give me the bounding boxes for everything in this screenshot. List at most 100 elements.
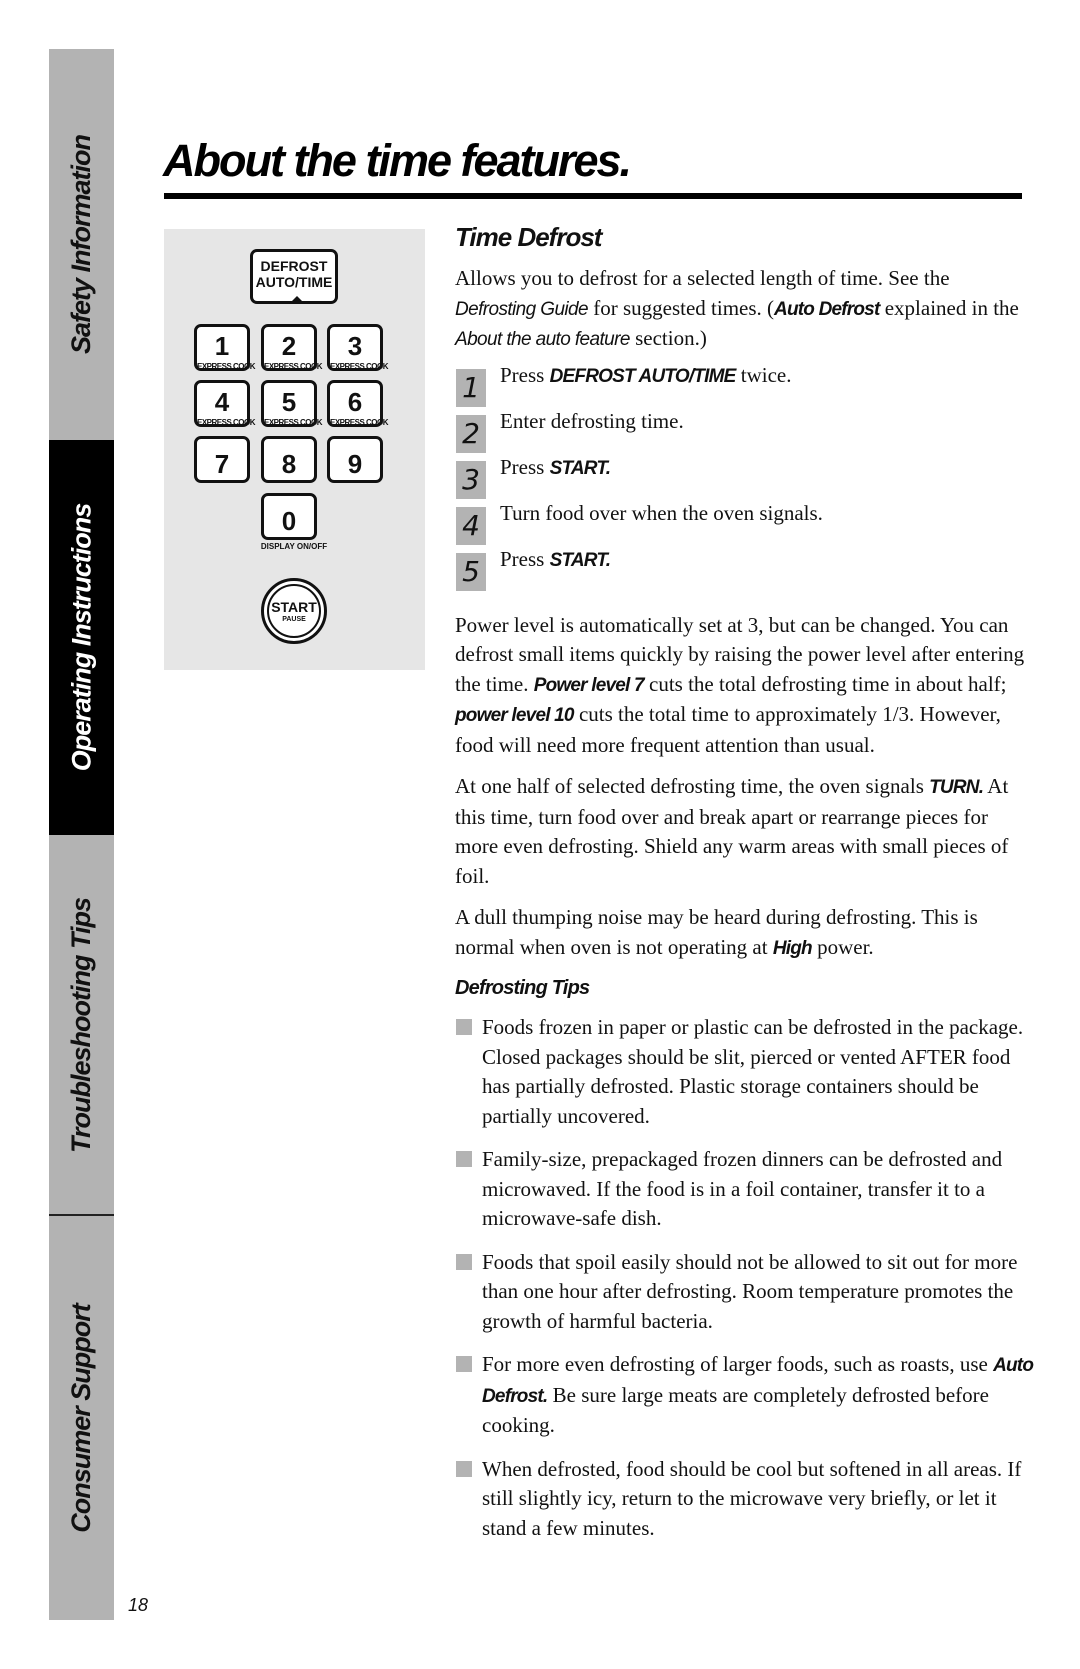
steps-list: 1 Press DEFROST AUTO/TIME twice. 2 Enter…	[455, 363, 1035, 597]
noise-paragraph: A dull thumping noise may be heard durin…	[455, 903, 1035, 963]
sidebar-tab-consumer-support[interactable]: Consumer Support	[49, 1216, 114, 1620]
key-sublabel: EXPRESS COOK	[264, 418, 323, 427]
square-bullet-icon	[456, 1253, 472, 1270]
number-key-8: 8	[261, 436, 317, 483]
power-level-paragraph: Power level is automatically set at 3, b…	[455, 611, 1035, 761]
start-label: START	[271, 598, 317, 615]
step-text: Enter defrosting time.	[500, 407, 684, 437]
tip-text: Be sure large meats are completely defro…	[482, 1382, 989, 1438]
triangle-indicator-icon	[289, 296, 305, 304]
step-text: Turn food over when the oven signals.	[500, 499, 823, 529]
tip-text: When defrosted, food should be cool but …	[482, 1456, 1022, 1540]
defrost-auto-time-key: DEFROST AUTO/TIME	[250, 249, 338, 304]
defrost-key-line2: AUTO/TIME	[255, 274, 333, 290]
key-name: START.	[549, 457, 611, 479]
high-term: High	[772, 937, 813, 959]
number-key-3: 3 EXPRESS COOK	[327, 324, 389, 371]
start-pause-key: START PAUSE	[261, 578, 327, 644]
text: section.)	[629, 326, 707, 350]
auto-feature-reference: About the auto feature	[455, 329, 630, 350]
text: power.	[811, 934, 874, 959]
text: Press	[500, 454, 550, 479]
step-number: 4	[456, 506, 486, 545]
pause-label: PAUSE	[282, 615, 306, 623]
keypad-illustration: DEFROST AUTO/TIME 1 EXPRESS COOK 2 EXPRE…	[164, 229, 425, 670]
defrosting-guide-reference: Defrosting Guide	[455, 298, 589, 320]
text: Press	[500, 362, 550, 387]
key-number: 6	[347, 387, 363, 417]
number-key-6: 6 EXPRESS COOK	[327, 380, 389, 427]
section-heading: Time Defrost	[455, 222, 602, 252]
tip-item: Family-size, prepackaged frozen dinners …	[455, 1145, 1035, 1234]
text: Press	[500, 546, 550, 571]
number-key-1: 1 EXPRESS COOK	[194, 324, 256, 371]
text: Turn food over when the oven signals.	[500, 500, 823, 525]
power-level-10-term: power level 10	[455, 705, 575, 726]
step-text: Press START.	[500, 453, 611, 484]
sidebar-tab-label: Consumer Support	[66, 1303, 97, 1533]
step-item: 5 Press START.	[455, 547, 1035, 597]
turn-term: TURN.	[929, 777, 984, 798]
number-key-5: 5 EXPRESS COOK	[261, 380, 323, 427]
section-sidebar: Safety Information Operating Instruction…	[49, 49, 114, 1620]
defrost-key-line1: DEFROST	[260, 258, 328, 274]
number-key-0: 0	[261, 493, 317, 540]
power-level-7-term: Power level 7	[533, 674, 645, 696]
key-number: 2	[281, 331, 297, 361]
key-number: 3	[347, 331, 363, 361]
square-bullet-icon	[456, 1356, 472, 1372]
tip-text: Foods frozen in paper or plastic can be …	[482, 1015, 1024, 1128]
square-bullet-icon	[456, 1460, 472, 1477]
tip-item: For more even defrosting of larger foods…	[455, 1350, 1035, 1441]
auto-defrost-term: Auto Defrost	[774, 298, 880, 320]
sidebar-tab-label: Operating Instructions	[66, 503, 96, 772]
text: At one half of selected defrosting time,…	[455, 774, 930, 798]
key-number: 7	[214, 449, 230, 479]
square-bullet-icon	[456, 1151, 472, 1167]
text: Allows you to defrost for a selected len…	[455, 266, 950, 290]
tip-item: When defrosted, food should be cool but …	[455, 1455, 1035, 1544]
key-number: 0	[281, 506, 297, 536]
tip-text: Foods that spoil easily should not be al…	[482, 1249, 1018, 1333]
key-name: START.	[549, 549, 611, 571]
display-on-off-label: DISPLAY ON/OFF	[260, 542, 328, 551]
text: Enter defrosting time.	[500, 408, 684, 433]
number-key-9: 9	[327, 436, 383, 483]
sidebar-tab-safety-information[interactable]: Safety Information	[49, 49, 114, 440]
key-sublabel: EXPRESS COOK	[330, 362, 389, 371]
intro-paragraph: Allows you to defrost for a selected len…	[455, 264, 1035, 355]
sidebar-tab-label: Safety Information	[66, 134, 96, 355]
sidebar-tab-troubleshooting-tips[interactable]: Troubleshooting Tips	[49, 835, 114, 1215]
key-number: 9	[347, 449, 363, 479]
key-number: 8	[281, 449, 297, 479]
step-number: 3	[456, 460, 486, 499]
number-key-7: 7	[194, 436, 250, 483]
tips-heading: Defrosting Tips	[455, 977, 590, 999]
text: explained in the	[879, 295, 1019, 320]
key-number: 1	[214, 331, 230, 361]
tip-item: Foods frozen in paper or plastic can be …	[455, 1013, 1035, 1131]
tip-text: For more even defrosting of larger foods…	[482, 1352, 994, 1376]
number-key-2: 2 EXPRESS COOK	[261, 324, 323, 371]
text: for suggested times. (	[587, 295, 775, 320]
step-number: 1	[456, 368, 486, 407]
key-sublabel: EXPRESS COOK	[197, 418, 256, 427]
tip-text: Family-size, prepackaged frozen dinners …	[482, 1147, 1003, 1230]
step-text: Press START.	[500, 545, 611, 576]
square-bullet-icon	[456, 1019, 472, 1035]
step-number: 5	[456, 552, 486, 591]
tip-item: Foods that spoil easily should not be al…	[455, 1248, 1035, 1337]
text: A dull thumping noise may be heard durin…	[455, 905, 978, 959]
key-number: 5	[281, 387, 297, 417]
turn-signal-paragraph: At one half of selected defrosting time,…	[455, 772, 1035, 891]
page-number: 18	[128, 1595, 149, 1615]
sidebar-tab-label: Troubleshooting Tips	[66, 897, 96, 1153]
page-title: About the time features.	[163, 135, 632, 186]
key-number: 4	[214, 387, 230, 417]
key-sublabel: EXPRESS COOK	[197, 362, 256, 371]
step-number: 2	[456, 414, 486, 453]
content-column: Time Defrost Allows you to defrost for a…	[455, 220, 1035, 1557]
sidebar-tab-operating-instructions[interactable]: Operating Instructions	[49, 440, 114, 835]
step-text: Press DEFROST AUTO/TIME twice.	[500, 361, 791, 392]
text: cuts the total defrosting time in about …	[643, 671, 1007, 696]
